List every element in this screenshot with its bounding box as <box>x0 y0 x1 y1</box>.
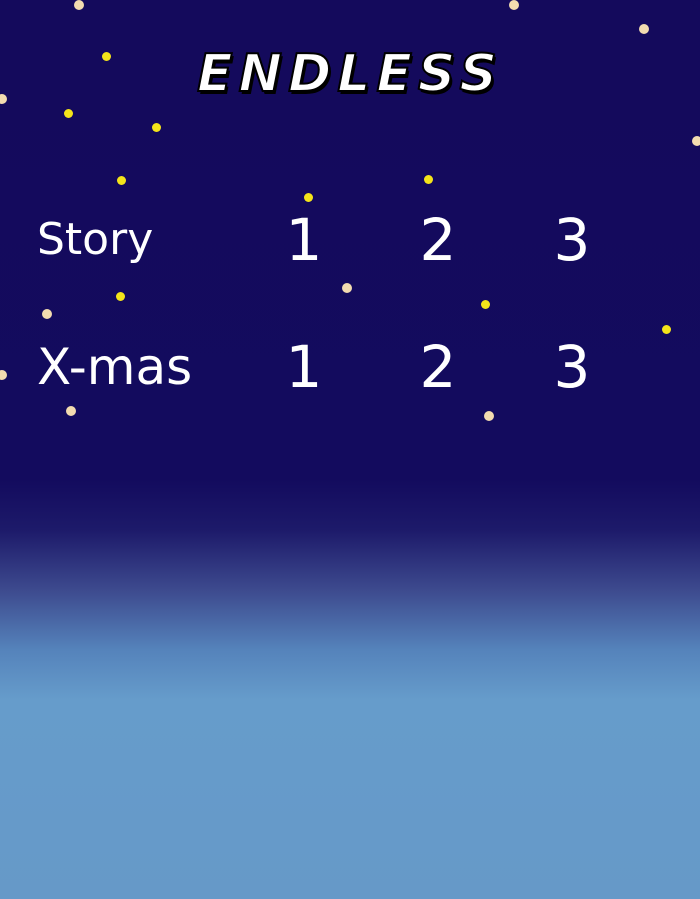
star <box>304 193 313 202</box>
star <box>692 136 700 146</box>
star <box>42 309 52 319</box>
star <box>74 0 84 10</box>
star <box>66 406 76 416</box>
mode-label-story: Story <box>37 214 154 265</box>
star <box>64 109 73 118</box>
mode-row-story: Story 1 2 3 <box>0 205 700 275</box>
star <box>424 175 433 184</box>
mode-label-xmas: X-mas <box>37 338 193 396</box>
star <box>116 292 125 301</box>
story-level-1-button[interactable]: 1 <box>274 205 334 275</box>
star <box>481 300 490 309</box>
xmas-level-3-button[interactable]: 3 <box>542 332 602 402</box>
star <box>342 283 352 293</box>
star <box>484 411 494 421</box>
story-level-3-button[interactable]: 3 <box>542 205 602 275</box>
xmas-level-2-button[interactable]: 2 <box>408 332 468 402</box>
star <box>152 123 161 132</box>
xmas-level-1-button[interactable]: 1 <box>274 332 334 402</box>
star <box>639 24 649 34</box>
star <box>509 0 519 10</box>
star <box>117 176 126 185</box>
star-field <box>0 0 700 899</box>
story-level-2-button[interactable]: 2 <box>408 205 468 275</box>
game-title: ENDLESS <box>196 43 503 105</box>
mode-row-xmas: X-mas 1 2 3 <box>0 332 700 402</box>
